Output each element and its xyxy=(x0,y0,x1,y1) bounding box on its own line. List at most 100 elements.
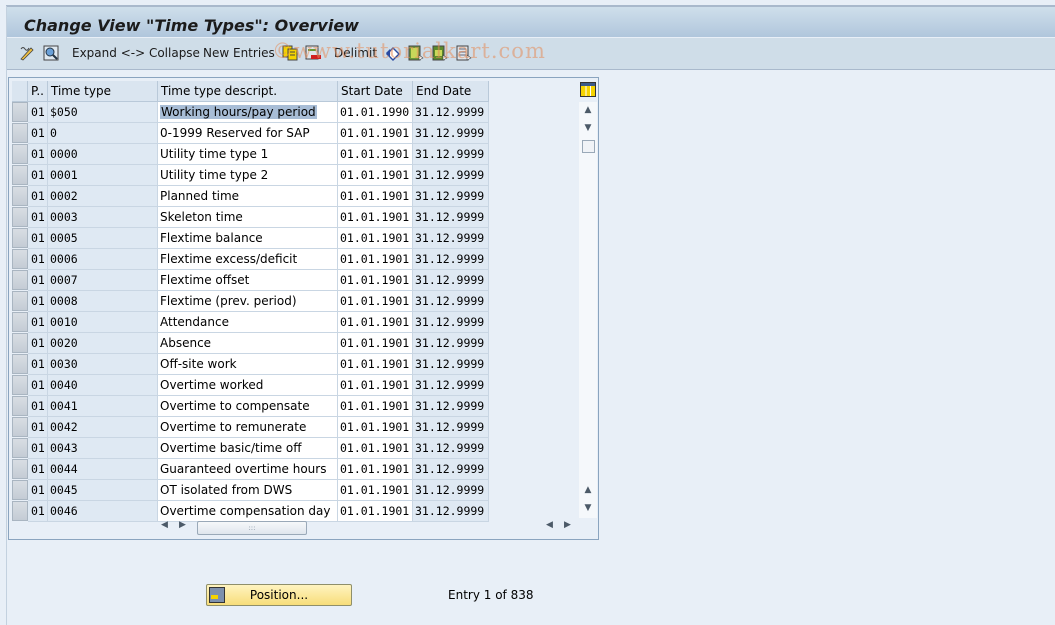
row-selector[interactable] xyxy=(12,165,28,185)
cell-description[interactable]: Flextime balance xyxy=(158,228,338,249)
cell-description[interactable]: Guaranteed overtime hours xyxy=(158,459,338,480)
row-selector[interactable] xyxy=(12,333,28,353)
cell-start-date[interactable]: 01.01.1901 xyxy=(338,354,413,375)
cell-start-date[interactable]: 01.01.1901 xyxy=(338,312,413,333)
cell-start-date[interactable]: 01.01.1901 xyxy=(338,459,413,480)
select-block-icon[interactable] xyxy=(432,45,448,61)
row-selector[interactable] xyxy=(12,396,28,416)
scroll-right-icon[interactable]: ▶ xyxy=(179,520,186,536)
cell-description[interactable]: Attendance xyxy=(158,312,338,333)
expand-collapse-button[interactable]: Expand <-> Collapse xyxy=(72,46,200,60)
cell-time-type: 0045 xyxy=(48,480,158,501)
delete-icon[interactable] xyxy=(305,45,321,61)
cell-p: 01 xyxy=(28,375,48,396)
cell-start-date[interactable]: 01.01.1901 xyxy=(338,480,413,501)
table-row: 01 0030 Off-site work 01.01.1901 31.12.9999 xyxy=(9,354,489,375)
row-selector[interactable] xyxy=(12,144,28,164)
cell-end-date: 31.12.9999 xyxy=(413,501,489,522)
scroll-left-icon[interactable]: ◀ xyxy=(161,520,168,536)
column-header-time-type[interactable]: Time type xyxy=(48,81,158,102)
cell-description[interactable]: Flextime excess/deficit xyxy=(158,249,338,270)
cell-description[interactable]: Absence xyxy=(158,333,338,354)
vertical-scrollbar[interactable]: ▲ ▼ ▲ ▼ xyxy=(579,102,597,518)
display-change-icon[interactable] xyxy=(19,45,35,61)
cell-start-date[interactable]: 01.01.1901 xyxy=(338,501,413,522)
scroll-left-end-icon[interactable]: ◀ xyxy=(546,520,553,536)
cell-start-date[interactable]: 01.01.1901 xyxy=(338,375,413,396)
row-selector[interactable] xyxy=(12,417,28,437)
row-selector[interactable] xyxy=(12,249,28,269)
description-text: Overtime worked xyxy=(160,378,264,392)
cell-start-date[interactable]: 01.01.1901 xyxy=(338,396,413,417)
row-selector[interactable] xyxy=(12,459,28,479)
cell-start-date[interactable]: 01.01.1901 xyxy=(338,123,413,144)
undo-change-icon[interactable] xyxy=(385,45,401,61)
table-row: 01 0 0-1999 Reserved for SAP 01.01.1901 31.1… xyxy=(9,123,489,144)
cell-start-date[interactable]: 01.01.1901 xyxy=(338,186,413,207)
row-selector[interactable] xyxy=(12,501,28,521)
cell-end-date: 31.12.9999 xyxy=(413,396,489,417)
cell-start-date[interactable]: 01.01.1990 xyxy=(338,102,413,123)
cell-description[interactable]: Utility time type 1 xyxy=(158,144,338,165)
cell-start-date[interactable]: 01.01.1901 xyxy=(338,333,413,354)
row-selector[interactable] xyxy=(12,291,28,311)
cell-description[interactable]: Flextime (prev. period) xyxy=(158,291,338,312)
cell-description[interactable]: Overtime to remunerate xyxy=(158,417,338,438)
cell-description[interactable]: Overtime to compensate xyxy=(158,396,338,417)
cell-start-date[interactable]: 01.01.1901 xyxy=(338,438,413,459)
cell-start-date[interactable]: 01.01.1901 xyxy=(338,144,413,165)
cell-start-date[interactable]: 01.01.1901 xyxy=(338,291,413,312)
cell-start-date[interactable]: 01.01.1901 xyxy=(338,165,413,186)
row-selector[interactable] xyxy=(12,186,28,206)
cell-time-type: 0010 xyxy=(48,312,158,333)
column-header-end-date[interactable]: End Date xyxy=(413,81,489,102)
scroll-up-icon[interactable]: ▲ xyxy=(579,102,597,118)
copy-as-icon[interactable] xyxy=(282,45,298,61)
cell-description[interactable]: Overtime compensation day xyxy=(158,501,338,522)
cell-time-type: 0044 xyxy=(48,459,158,480)
deselect-all-icon[interactable] xyxy=(456,45,472,61)
row-selector[interactable] xyxy=(12,123,28,143)
column-header-description[interactable]: Time type descript. xyxy=(158,81,338,102)
cell-description[interactable]: Flextime offset xyxy=(158,270,338,291)
new-entries-button[interactable]: New Entries xyxy=(203,46,275,60)
cell-description[interactable]: Planned time xyxy=(158,186,338,207)
row-selector[interactable] xyxy=(12,270,28,290)
cell-description[interactable]: Skeleton time xyxy=(158,207,338,228)
row-selector[interactable] xyxy=(12,207,28,227)
cell-description[interactable]: Overtime worked xyxy=(158,375,338,396)
cell-start-date[interactable]: 01.01.1901 xyxy=(338,207,413,228)
cell-description[interactable]: 0-1999 Reserved for SAP xyxy=(158,123,338,144)
cell-description[interactable]: Off-site work xyxy=(158,354,338,375)
row-selector[interactable] xyxy=(12,375,28,395)
row-selector[interactable] xyxy=(12,228,28,248)
row-selector[interactable] xyxy=(12,102,28,122)
column-header-p[interactable]: P.. xyxy=(28,81,48,102)
cell-description[interactable]: Working hours/pay period xyxy=(158,102,338,123)
cell-description[interactable]: OT isolated from DWS xyxy=(158,480,338,501)
position-button[interactable]: Position... xyxy=(206,584,352,606)
table-row: 01 0043 Overtime basic/time off 01.01.1901 3… xyxy=(9,438,489,459)
scroll-down-icon[interactable]: ▼ xyxy=(579,120,597,136)
scroll-thumb[interactable] xyxy=(582,140,595,153)
column-header-start-date[interactable]: Start Date xyxy=(338,81,413,102)
select-all-icon[interactable] xyxy=(408,45,424,61)
details-icon[interactable] xyxy=(43,45,59,61)
scroll-page-up-icon[interactable]: ▲ xyxy=(579,482,597,498)
row-selector[interactable] xyxy=(12,354,28,374)
cell-description[interactable]: Utility time type 2 xyxy=(158,165,338,186)
row-selector[interactable] xyxy=(12,438,28,458)
scroll-page-down-icon[interactable]: ▼ xyxy=(579,500,597,516)
select-all-rows-button[interactable] xyxy=(12,81,28,102)
row-selector[interactable] xyxy=(12,312,28,332)
delimit-button[interactable]: Delimit xyxy=(334,46,377,60)
cell-description[interactable]: Overtime basic/time off xyxy=(158,438,338,459)
column-configuration-icon[interactable] xyxy=(580,82,596,97)
row-selector[interactable] xyxy=(12,480,28,500)
scroll-right-end-icon[interactable]: ▶ xyxy=(564,520,571,536)
cell-start-date[interactable]: 01.01.1901 xyxy=(338,270,413,291)
cell-start-date[interactable]: 01.01.1901 xyxy=(338,228,413,249)
horizontal-scroll-thumb[interactable]: ::: xyxy=(197,521,307,535)
cell-start-date[interactable]: 01.01.1901 xyxy=(338,417,413,438)
cell-start-date[interactable]: 01.01.1901 xyxy=(338,249,413,270)
